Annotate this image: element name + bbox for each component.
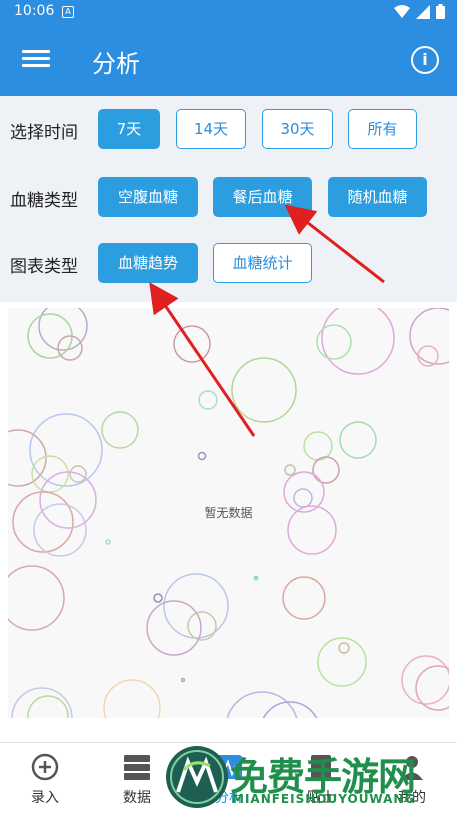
glucose-trend-button[interactable]: 血糖趋势 (98, 243, 198, 283)
battery-icon (436, 4, 445, 19)
watermark: 免费手游网 MIANFEISHOUYOUWANG (162, 742, 457, 814)
signal-icon (416, 4, 430, 19)
time-7d-button[interactable]: 7天 (98, 109, 160, 149)
database-icon (124, 755, 150, 780)
empty-state-text: 暂无数据 (204, 506, 253, 520)
chart-type-label: 图表类型 (10, 257, 78, 277)
status-time: 10:06 (14, 3, 55, 19)
wifi-icon (394, 4, 410, 18)
tab-entry-label: 录入 (31, 790, 59, 806)
time-filter-row: 选择时间 7天 14天 30天 所有 (0, 109, 457, 151)
page-title: 分析 (92, 50, 140, 78)
glucose-type-label: 血糖类型 (10, 191, 78, 211)
postmeal-glucose-button[interactable]: 餐后血糖 (213, 177, 312, 217)
time-14d-button[interactable]: 14天 (176, 109, 246, 149)
time-all-button[interactable]: 所有 (348, 109, 417, 149)
filter-panel: 选择时间 7天 14天 30天 所有 血糖类型 空腹血糖 餐后血糖 随机血糖 图… (0, 96, 457, 302)
glucose-type-row: 血糖类型 空腹血糖 餐后血糖 随机血糖 (0, 177, 457, 219)
random-glucose-button[interactable]: 随机血糖 (328, 177, 427, 217)
plus-circle-icon (31, 753, 59, 781)
menu-icon[interactable] (22, 46, 50, 74)
glucose-stats-button[interactable]: 血糖统计 (213, 243, 312, 283)
fasting-glucose-button[interactable]: 空腹血糖 (98, 177, 198, 217)
info-icon[interactable]: i (411, 46, 439, 74)
chart-area: 暂无数据 (8, 308, 449, 718)
tab-entry[interactable]: 录入 (0, 743, 90, 815)
app-bar: 分析 i (0, 24, 457, 96)
status-icons (394, 4, 445, 19)
status-bar: 10:06 A (0, 0, 457, 24)
time-filter-label: 选择时间 (10, 123, 78, 143)
chart-type-row: 图表类型 血糖趋势 血糖统计 (0, 243, 457, 285)
watermark-subtext: MIANFEISHOUYOUWANG (232, 792, 416, 806)
watermark-logo-icon (166, 746, 228, 808)
notification-icon: A (62, 6, 74, 18)
time-30d-button[interactable]: 30天 (262, 109, 333, 149)
